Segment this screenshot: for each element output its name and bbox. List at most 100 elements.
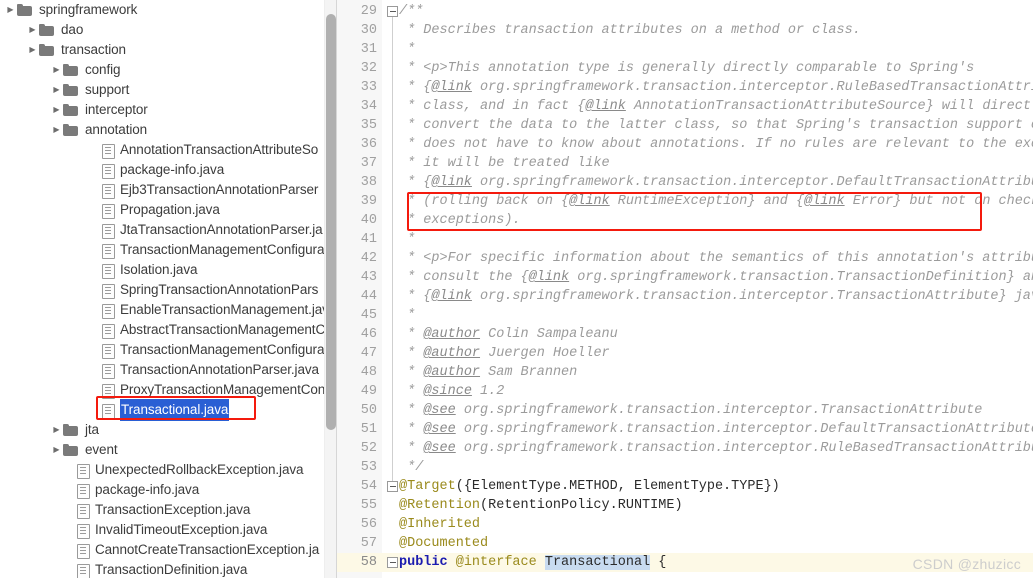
code-line[interactable]: 47 * @author Juergen Hoeller [337, 344, 1033, 363]
tree-item-label: Transactional.java [120, 399, 230, 421]
tree-file-row[interactable]: ▶TransactionAnnotationParser.java [0, 360, 336, 380]
tree-item-label: AbstractTransactionManagementC [120, 322, 326, 337]
code-line-text: * {@link org.springframework.transaction… [399, 289, 1033, 304]
tree-folder-row[interactable]: ▶ annotation [0, 120, 336, 140]
tree-file-row[interactable]: ▶Propagation.java [0, 200, 336, 220]
chevron-right-icon[interactable]: ▶ [26, 40, 39, 60]
tree-file-row[interactable]: ▶TransactionDefinition.java [0, 560, 336, 578]
tree-file-row[interactable]: ▶EnableTransactionManagement.jav [0, 300, 336, 320]
java-file-icon [76, 563, 90, 578]
tree-vertical-scrollbar[interactable] [324, 0, 336, 578]
tree-folder-row[interactable]: ▶ dao [0, 20, 336, 40]
code-line[interactable]: 45 * [337, 306, 1033, 325]
code-line[interactable]: 53 */ [337, 458, 1033, 477]
tree-item-label: AnnotationTransactionAttributeSo [120, 142, 319, 157]
tree-file-row[interactable]: ▶AbstractTransactionManagementC [0, 320, 336, 340]
tree-file-row[interactable]: ▶UnexpectedRollbackException.java [0, 460, 336, 480]
code-line[interactable]: 31 * [337, 40, 1033, 59]
chevron-right-icon[interactable]: ▶ [4, 0, 17, 20]
java-file-icon [76, 483, 90, 499]
tree-item-label: ProxyTransactionManagementCon [120, 382, 326, 397]
tree-folder-row[interactable]: ▶ interceptor [0, 100, 336, 120]
tree-file-row[interactable]: ▶TransactionManagementConfigura [0, 340, 336, 360]
fold-collapse-icon[interactable] [387, 481, 398, 492]
chevron-right-icon[interactable]: ▶ [50, 420, 63, 440]
code-line[interactable]: 41 * [337, 230, 1033, 249]
fold-collapse-icon[interactable] [387, 557, 398, 568]
code-line[interactable]: 38 * {@link org.springframework.transact… [337, 173, 1033, 192]
chevron-right-icon[interactable]: ▶ [50, 60, 63, 80]
chevron-right-icon[interactable]: ▶ [50, 440, 63, 460]
tree-file-row[interactable]: ▶AnnotationTransactionAttributeSo [0, 140, 336, 160]
code-line[interactable]: 29 /** [337, 2, 1033, 21]
chevron-right-icon[interactable]: ▶ [26, 20, 39, 40]
tree-file-row[interactable]: ▶CannotCreateTransactionException.ja [0, 540, 336, 560]
code-line-text: * convert the data to the latter class, … [399, 118, 1033, 133]
code-line[interactable]: 55 @Retention(RetentionPolicy.RUNTIME) [337, 496, 1033, 515]
chevron-right-icon[interactable]: ▶ [50, 120, 63, 140]
code-line[interactable]: 34 * class, and in fact {@link Annotatio… [337, 97, 1033, 116]
code-line-text: public @interface Transactional { [399, 555, 667, 570]
line-number: 41 [360, 232, 377, 247]
tree-file-row[interactable]: ▶ProxyTransactionManagementCon [0, 380, 336, 400]
java-file-icon [101, 303, 115, 319]
tree-file-row[interactable]: ▶package-info.java [0, 160, 336, 180]
line-number: 49 [360, 384, 377, 399]
tree-file-row[interactable]: ▶SpringTransactionAnnotationPars [0, 280, 336, 300]
code-line[interactable]: 42 * <p>For specific information about t… [337, 249, 1033, 268]
code-line[interactable]: 32 * <p>This annotation type is generall… [337, 59, 1033, 78]
code-line[interactable]: 48 * @author Sam Brannen [337, 363, 1033, 382]
tree-folder-row[interactable]: ▶ event [0, 440, 336, 460]
code-line[interactable]: 35 * convert the data to the latter clas… [337, 116, 1033, 135]
code-line[interactable]: 44 * {@link org.springframework.transact… [337, 287, 1033, 306]
code-line[interactable]: 39 * (rolling back on {@link RuntimeExce… [337, 192, 1033, 211]
tree-file-row[interactable]: ▶TransactionManagementConfigura [0, 240, 336, 260]
tree-folder-row[interactable]: ▶ config [0, 60, 336, 80]
code-line[interactable]: 40 * exceptions). [337, 211, 1033, 230]
code-line[interactable]: 36 * does not have to know about annotat… [337, 135, 1033, 154]
tree-file-row[interactable]: ▶Transactional.java [0, 399, 336, 421]
tree-file-row[interactable]: ▶TransactionException.java [0, 500, 336, 520]
code-line[interactable]: 54 @Target({ElementType.METHOD, ElementTy… [337, 477, 1033, 496]
fold-collapse-icon[interactable] [387, 6, 398, 17]
tree-file-row[interactable]: ▶JtaTransactionAnnotationParser.ja [0, 220, 336, 240]
java-file-icon [101, 363, 115, 379]
code-line[interactable]: 57 @Documented [337, 534, 1033, 553]
tree-file-row[interactable]: ▶package-info.java [0, 480, 336, 500]
tree-file-row[interactable]: ▶Isolation.java [0, 260, 336, 280]
line-number: 48 [360, 365, 377, 380]
code-line[interactable]: 49 * @since 1.2 [337, 382, 1033, 401]
line-number: 30 [360, 23, 377, 38]
chevron-right-icon[interactable]: ▶ [50, 80, 63, 100]
java-file-icon [101, 223, 115, 239]
code-line[interactable]: 30 * Describes transaction attributes on… [337, 21, 1033, 40]
tree-item-label: JtaTransactionAnnotationParser.ja [120, 222, 323, 237]
tree-scrollbar-thumb[interactable] [326, 14, 336, 430]
tree-file-row[interactable]: ▶Ejb3TransactionAnnotationParser [0, 180, 336, 200]
tree-folder-row[interactable]: ▶ transaction [0, 40, 336, 60]
code-editor[interactable]: 29 /** 30 * Describes transaction attribut… [337, 0, 1033, 578]
line-number: 29 [360, 4, 377, 19]
tree-folder-row[interactable]: ▶ springframework [0, 0, 336, 20]
code-line[interactable]: 43 * consult the {@link org.springframew… [337, 268, 1033, 287]
code-line[interactable]: 50 * @see org.springframework.transactio… [337, 401, 1033, 420]
code-line[interactable]: 37 * it will be treated like [337, 154, 1033, 173]
tree-item-label: annotation [85, 122, 148, 137]
tree-folder-row[interactable]: ▶ support [0, 80, 336, 100]
code-line[interactable]: 56 @Inherited [337, 515, 1033, 534]
tree-file-row[interactable]: ▶InvalidTimeoutException.java [0, 520, 336, 540]
project-file-tree-panel[interactable]: ▶ springframework ▶ dao ▶ transaction ▶ config ▶… [0, 0, 336, 578]
code-line[interactable]: 52 * @see org.springframework.transactio… [337, 439, 1033, 458]
tree-item-label: dao [61, 22, 84, 37]
chevron-right-icon[interactable]: ▶ [50, 100, 63, 120]
code-line[interactable]: 46 * @author Colin Sampaleanu [337, 325, 1033, 344]
java-file-icon [76, 463, 90, 479]
tree-item-label: support [85, 82, 130, 97]
file-tree-list[interactable]: ▶ springframework ▶ dao ▶ transaction ▶ config ▶… [0, 0, 336, 578]
tree-item-label: TransactionManagementConfigura [120, 242, 325, 257]
code-line[interactable]: 33 * {@link org.springframework.transact… [337, 78, 1033, 97]
line-number: 40 [360, 213, 377, 228]
code-line[interactable]: 51 * @see org.springframework.transactio… [337, 420, 1033, 439]
folder-icon [63, 83, 79, 97]
tree-folder-row[interactable]: ▶ jta [0, 420, 336, 440]
